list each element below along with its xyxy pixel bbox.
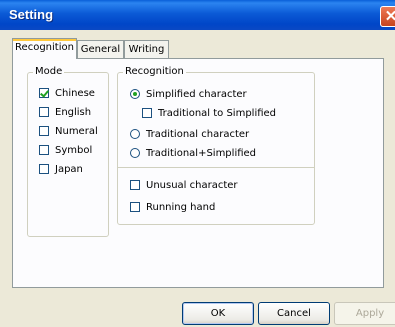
checkbox-checked-icon: [39, 88, 49, 98]
title-bar[interactable]: Setting ✕: [0, 0, 395, 30]
checkbox-icon: [130, 180, 140, 190]
mode-chinese-checkbox[interactable]: Chinese: [39, 87, 95, 101]
checkbox-icon: [39, 107, 49, 117]
radio-icon: [130, 129, 140, 139]
checkbox-icon: [130, 202, 140, 212]
ok-button[interactable]: OK: [182, 302, 254, 325]
apply-button[interactable]: Apply: [334, 302, 395, 325]
running-hand-checkbox[interactable]: Running hand: [130, 201, 215, 215]
radio-icon: [130, 148, 140, 158]
window-title: Setting: [9, 7, 54, 22]
checkbox-icon: [142, 108, 152, 118]
recognition-legend: Recognition: [123, 66, 186, 78]
traditional-character-radio[interactable]: Traditional character: [130, 128, 249, 142]
checkbox-icon: [39, 126, 49, 136]
close-icon[interactable]: ✕: [380, 6, 395, 27]
mode-japan-checkbox[interactable]: Japan: [39, 163, 83, 177]
recognition-divider: [118, 167, 314, 168]
unusual-character-checkbox[interactable]: Unusual character: [130, 179, 238, 193]
mode-symbol-checkbox[interactable]: Symbol: [39, 144, 92, 158]
tab-recognition[interactable]: Recognition: [12, 38, 77, 59]
simplified-character-radio[interactable]: Simplified character: [130, 88, 247, 102]
cancel-button[interactable]: Cancel: [258, 302, 330, 325]
mode-numeral-checkbox[interactable]: Numeral: [39, 125, 98, 139]
tab-general[interactable]: General: [77, 40, 124, 58]
checkbox-icon: [39, 145, 49, 155]
mode-legend: Mode: [33, 66, 65, 78]
traditional-plus-simplified-radio[interactable]: Traditional+Simplified: [130, 147, 256, 161]
checkbox-icon: [39, 164, 49, 174]
settings-dialog: Setting ✕ Recognition General Writing Mo…: [0, 0, 395, 327]
radio-selected-icon: [130, 89, 140, 99]
mode-english-checkbox[interactable]: English: [39, 106, 91, 120]
traditional-to-simplified-checkbox[interactable]: Traditional to Simplified: [142, 107, 276, 121]
tab-writing[interactable]: Writing: [124, 40, 169, 58]
